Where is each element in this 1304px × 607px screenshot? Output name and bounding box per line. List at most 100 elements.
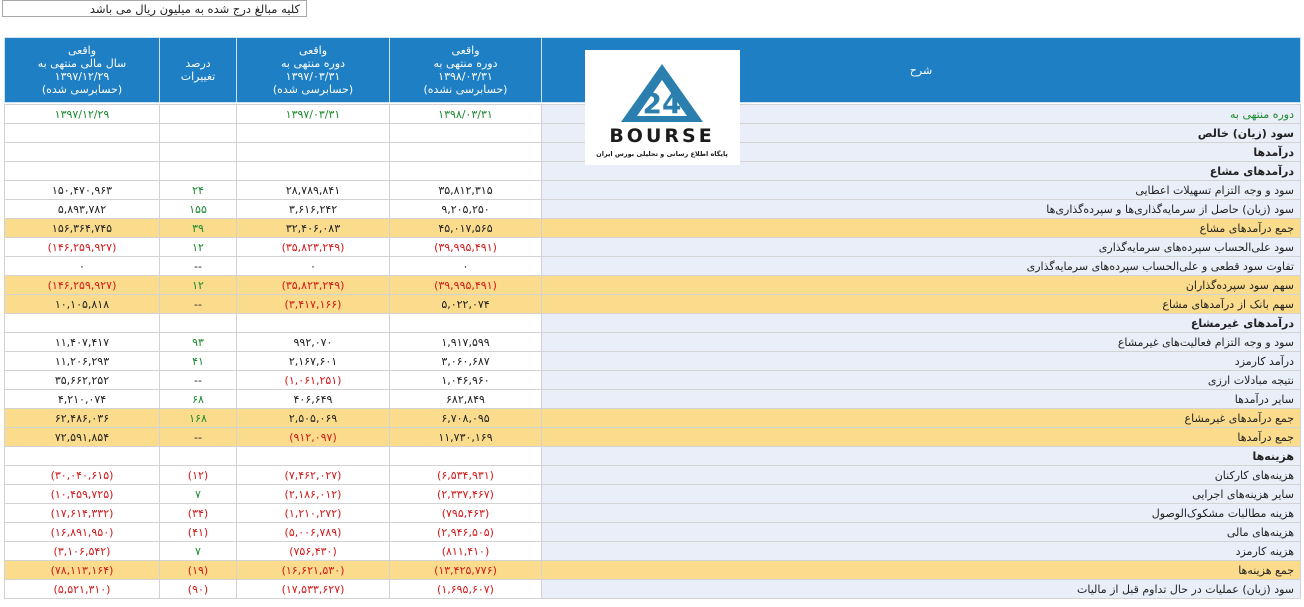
value-1398-q1 — [389, 313, 542, 333]
value-1397-fy: ۱۱,۲۰۶,۲۹۳ — [4, 351, 160, 371]
row-description: سایر درآمدها — [541, 389, 1301, 409]
table-row: سود (زیان) عملیات در حال تداوم قبل از ما… — [4, 579, 1301, 599]
value-1397-q1: ۱۳۹۷/۰۳/۳۱ — [236, 104, 390, 124]
table-row: جمع درآمدهای غیرمشاع ۶,۷۰۸,۰۹۵ ۲,۵۰۵,۰۶۹ ۱۶… — [4, 408, 1301, 428]
value-1397-q1: (۳۵,۸۲۳,۲۴۹) — [236, 237, 390, 257]
value-1397-fy: (۱۴۶,۲۵۹,۹۲۷) — [4, 237, 160, 257]
value-1398-q1: (۱,۶۹۵,۶۰۷) — [389, 579, 542, 599]
table-body: دوره منتهی به ۱۳۹۸/۰۳/۳۱ ۱۳۹۷/۰۳/۳۱ ۱۳۹۷/۱۲… — [4, 104, 1301, 599]
table-row: سهم بانک از درآمدهای مشاع ۵,۰۲۲,۰۷۴ (۳,۴۱۷… — [4, 294, 1301, 314]
change-percent — [159, 142, 237, 162]
table-row: سایر درآمدها ۶۸۲,۸۴۹ ۴۰۶,۶۴۹ ۶۸ ۴,۲۱۰,۰۷۴ — [4, 389, 1301, 409]
value-1397-q1: (۳,۴۱۷,۱۶۶) — [236, 294, 390, 314]
value-1398-q1: ۰ — [389, 256, 542, 276]
value-1397-q1: ۳۲,۴۰۶,۰۸۳ — [236, 218, 390, 238]
row-description: تفاوت سود قطعی و علی‌الحساب سپرده‌های سر… — [541, 256, 1301, 276]
value-1398-q1: (۳۹,۹۹۵,۴۹۱) — [389, 275, 542, 295]
row-description: هزینه مطالبات مشکوک‌الوصول — [541, 503, 1301, 523]
value-1397-q1: (۹۱۲,۰۹۷) — [236, 427, 390, 447]
change-percent: (۴۱) — [159, 522, 237, 542]
row-description: سهم بانک از درآمدهای مشاع — [541, 294, 1301, 314]
value-1397-q1 — [236, 446, 390, 466]
value-1398-q1 — [389, 142, 542, 162]
table-row: جمع هزینه‌ها (۱۳,۴۲۵,۷۷۶) (۱۶,۶۲۱,۵۳۰) (۱۹)… — [4, 560, 1301, 580]
logo-wordmark: BOURSE — [609, 125, 714, 147]
value-1398-q1: ۱۳۹۸/۰۳/۳۱ — [389, 104, 542, 124]
change-percent: ۱۶۸ — [159, 408, 237, 428]
value-1397-fy: ۱۵۰,۴۷۰,۹۶۳ — [4, 180, 160, 200]
row-description: جمع درآمدهای غیرمشاع — [541, 408, 1301, 428]
row-description: هزینه‌ها — [541, 446, 1301, 466]
change-percent: (۳۴) — [159, 503, 237, 523]
change-percent: ۳۹ — [159, 218, 237, 238]
table-row: سهم سود سپرده‌گذاران (۳۹,۹۹۵,۴۹۱) (۳۵,۸۲۳,… — [4, 275, 1301, 295]
change-percent: ۶۸ — [159, 389, 237, 409]
table-row: هزینه‌های کارکنان (۶,۵۳۴,۹۳۱) (۷,۴۶۲,۰۲۷)(… — [4, 465, 1301, 485]
change-percent: ۴۱ — [159, 351, 237, 371]
value-1397-q1: ۴۰۶,۶۴۹ — [236, 389, 390, 409]
change-percent: ۷ — [159, 541, 237, 561]
change-percent: -- — [159, 256, 237, 276]
value-1398-q1: (۳۹,۹۹۵,۴۹۱) — [389, 237, 542, 257]
change-percent: (۱۹) — [159, 560, 237, 580]
change-percent: ۹۳ — [159, 332, 237, 352]
row-description: نتیجه مبادلات ارزی — [541, 370, 1301, 390]
value-1398-q1 — [389, 123, 542, 143]
change-percent — [159, 161, 237, 181]
value-1397-fy — [4, 142, 160, 162]
table-row: نتیجه مبادلات ارزی ۱,۰۴۶,۹۶۰ (۱,۰۶۱,۲۵۱) --… — [4, 370, 1301, 390]
row-description: سود (زیان) عملیات در حال تداوم قبل از ما… — [541, 579, 1301, 599]
value-1397-fy: ۶۲,۴۸۶,۰۳۶ — [4, 408, 160, 428]
row-description: سود و وجه التزام فعالیت‌های غیرمشاع — [541, 332, 1301, 352]
row-description: هزینه‌های مالی — [541, 522, 1301, 542]
value-1397-fy: (۷۸,۱۱۳,۱۶۴) — [4, 560, 160, 580]
row-description: درآمد کارمزد — [541, 351, 1301, 371]
header-change-percent: درصد تغییرات — [159, 37, 237, 103]
value-1397-fy: (۱۴۶,۲۵۹,۹۲۷) — [4, 275, 160, 295]
value-1397-fy: (۳۰,۰۴۰,۶۱۵) — [4, 465, 160, 485]
value-1397-fy — [4, 123, 160, 143]
value-1397-q1: ۲۸,۷۸۹,۸۴۱ — [236, 180, 390, 200]
change-percent: (۹۰) — [159, 579, 237, 599]
value-1397-q1 — [236, 123, 390, 143]
table-row: هزینه کارمزد (۸۱۱,۴۱۰) (۷۵۶,۴۳۰) ۷ (۳,۱۰۶,۵۴… — [4, 541, 1301, 561]
value-1398-q1: ۳۵,۸۱۲,۳۱۵ — [389, 180, 542, 200]
change-percent — [159, 446, 237, 466]
table-row: سایر هزینه‌های اجرایی (۲,۳۳۷,۴۶۷) (۲,۱۸۶,۰… — [4, 484, 1301, 504]
value-1397-q1: ۹۹۲,۰۷۰ — [236, 332, 390, 352]
value-1397-fy: ۱۱,۴۰۷,۴۱۷ — [4, 332, 160, 352]
header-col-1398: واقعی دوره منتهی به ۱۳۹۸/۰۳/۳۱ (حسابرسی … — [389, 37, 542, 103]
change-percent: ۱۲ — [159, 237, 237, 257]
value-1397-q1: (۷۵۶,۴۳۰) — [236, 541, 390, 561]
bourse24-logo: 24 BOURSE پایگاه اطلاع رسانی و تحلیلی بو… — [585, 50, 740, 165]
value-1398-q1: ۶۸۲,۸۴۹ — [389, 389, 542, 409]
table-row: سود علی‌الحساب سپرده‌های سرمایه‌گذاری (۳۹… — [4, 237, 1301, 257]
value-1397-q1: ۰ — [236, 256, 390, 276]
value-1397-q1: (۱,۰۶۱,۲۵۱) — [236, 370, 390, 390]
value-1397-fy — [4, 313, 160, 333]
value-1397-q1 — [236, 161, 390, 181]
change-percent: -- — [159, 294, 237, 314]
value-1398-q1: ۱,۰۴۶,۹۶۰ — [389, 370, 542, 390]
value-1397-fy: (۱۷,۶۱۴,۳۳۲) — [4, 503, 160, 523]
value-1397-q1: (۳۵,۸۲۳,۲۴۹) — [236, 275, 390, 295]
header-col-1397-q1: واقعی دوره منتهی به ۱۳۹۷/۰۳/۳۱ (حسابرسی … — [236, 37, 390, 103]
value-1397-q1: (۱,۲۱۰,۲۷۲) — [236, 503, 390, 523]
change-percent: ۷ — [159, 484, 237, 504]
bourse24-logo-graphic: 24 BOURSE پایگاه اطلاع رسانی و تحلیلی بو… — [596, 64, 728, 158]
table-row: هزینه‌ها — [4, 446, 1301, 466]
value-1397-q1: (۱۷,۵۳۳,۶۲۷) — [236, 579, 390, 599]
row-description: سهم سود سپرده‌گذاران — [541, 275, 1301, 295]
change-percent: (۱۲) — [159, 465, 237, 485]
change-percent — [159, 104, 237, 124]
value-1397-fy: ۱۰,۱۰۵,۸۱۸ — [4, 294, 160, 314]
value-1397-q1: ۲,۵۰۵,۰۶۹ — [236, 408, 390, 428]
row-description: هزینه‌های کارکنان — [541, 465, 1301, 485]
value-1397-q1: (۲,۱۸۶,۰۱۲) — [236, 484, 390, 504]
value-1398-q1: (۸۱۱,۴۱۰) — [389, 541, 542, 561]
value-1398-q1: ۱,۹۱۷,۵۹۹ — [389, 332, 542, 352]
change-percent: ۱۲ — [159, 275, 237, 295]
value-1397-fy: (۱۰,۴۵۹,۷۲۵) — [4, 484, 160, 504]
change-percent: -- — [159, 370, 237, 390]
table-row: جمع درآمدها ۱۱,۷۳۰,۱۶۹ (۹۱۲,۰۹۷) -- ۷۲,۵۹۱,۸… — [4, 427, 1301, 447]
